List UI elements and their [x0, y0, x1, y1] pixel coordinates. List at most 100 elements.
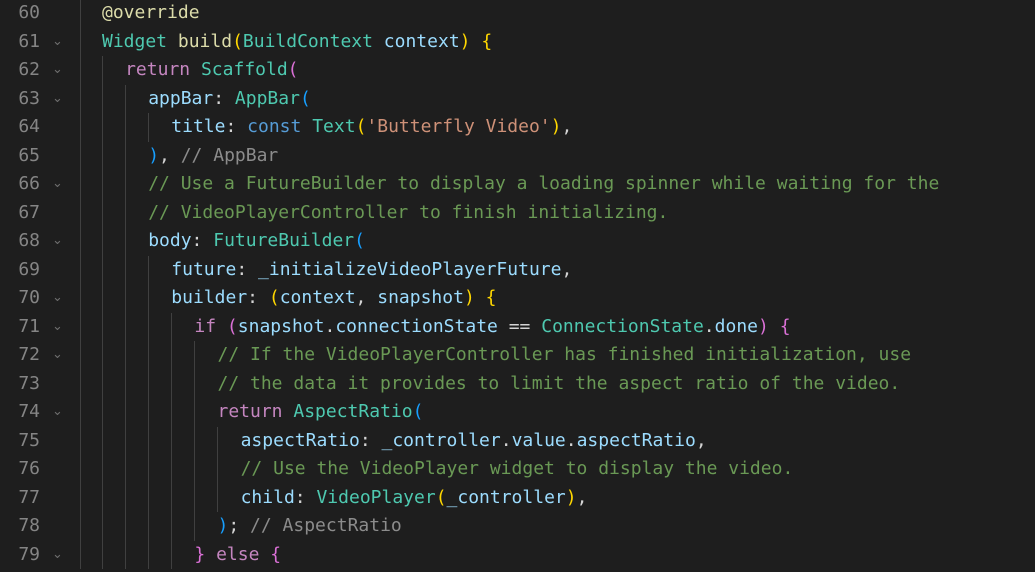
fold-chevron-icon[interactable]: ⌄ [52, 170, 66, 199]
indent-guide [194, 426, 195, 455]
code-line[interactable]: 63 ⌄ appBar: AppBar( [0, 84, 1035, 114]
code-text[interactable]: appBar: AppBar( [148, 85, 311, 114]
fold-chevron-icon[interactable]: ⌄ [52, 85, 66, 114]
code-token: else [216, 543, 260, 565]
code-token: if [194, 315, 217, 337]
code-text[interactable]: child: VideoPlayer(_controller), [241, 484, 588, 513]
indent-guide [217, 426, 218, 455]
indent-guide [125, 312, 126, 341]
line-number: 71 [18, 315, 40, 337]
line-number: 60 [18, 2, 40, 23]
code-token: builder [171, 287, 248, 308]
code-text[interactable]: // VideoPlayerController to finish initi… [148, 199, 668, 228]
code-token: ( [435, 486, 447, 508]
code-text[interactable]: ); // AspectRatio [218, 512, 402, 541]
code-text[interactable]: return Scaffold( [125, 56, 298, 85]
code-token: ) [217, 515, 229, 536]
code-line[interactable]: 76 // Use the VideoPlayer widget to displ… [0, 455, 1035, 484]
fold-chevron-icon[interactable]: ⌄ [52, 28, 66, 57]
code-text[interactable]: title: const Text('Butterfly Video'), [171, 113, 572, 142]
indent-guide [80, 84, 81, 113]
code-line[interactable]: 75 aspectRatio: _controller.value.aspectR… [0, 426, 1035, 456]
code-line[interactable]: 68 ⌄ body: FutureBuilder( [0, 227, 1035, 256]
indent-guide [80, 512, 81, 541]
code-text[interactable]: } else { [194, 541, 281, 570]
fold-chevron-icon[interactable]: ⌄ [52, 56, 66, 85]
indent-guide [148, 455, 149, 484]
indent-guide [148, 398, 149, 427]
indent-guide [102, 512, 103, 541]
code-text[interactable]: body: FutureBuilder( [148, 227, 365, 256]
code-text[interactable]: return AspectRatio( [218, 398, 424, 427]
code-token: ( [354, 230, 365, 251]
code-line[interactable]: 67 // VideoPlayerController to finish ini… [0, 198, 1035, 228]
indent-guide [125, 170, 126, 199]
code-token: , [561, 116, 573, 137]
code-text[interactable]: ), // AppBar [148, 142, 278, 171]
code-text[interactable]: builder: (context, snapshot) { [171, 284, 496, 313]
indent-guide [125, 198, 126, 227]
code-token: ( [232, 30, 243, 52]
code-text[interactable]: Widget build(BuildContext context) { [102, 28, 492, 57]
fold-chevron-icon[interactable]: ⌄ [52, 541, 66, 570]
fold-chevron-icon[interactable]: ⌄ [52, 313, 66, 342]
code-token: ) [459, 30, 471, 52]
indent-guide [102, 312, 103, 341]
code-line[interactable]: 66 ⌄ // Use a FutureBuilder to display a l… [0, 170, 1035, 199]
fold-chevron-icon[interactable]: ⌄ [52, 341, 66, 370]
code-text[interactable]: // the data it provides to limit the asp… [218, 370, 901, 399]
code-line[interactable]: 73 // the data it provides to limit the a… [0, 369, 1035, 399]
code-line[interactable]: 60 @override [0, 0, 1035, 28]
code-token: @override [102, 2, 200, 23]
code-line[interactable]: 69 future: _initializeVideoPlayerFuture, [0, 255, 1035, 285]
indent-guide [194, 483, 195, 512]
code-text[interactable]: if (snapshot.connectionState == Connecti… [194, 313, 790, 342]
code-token: { [270, 543, 282, 565]
code-token: { [481, 30, 493, 52]
code-text[interactable]: // If the VideoPlayerController has fini… [218, 341, 912, 370]
code-token: // AppBar [180, 144, 279, 166]
code-token: ( [268, 287, 280, 308]
code-line[interactable]: 64 title: const Text('Butterfly Video'), [0, 113, 1035, 142]
code-line[interactable]: 79 ⌄} else { [0, 540, 1035, 570]
code-line[interactable]: 65), // AppBar [0, 141, 1035, 171]
fold-chevron-icon[interactable]: ⌄ [52, 227, 66, 256]
code-token: AspectRatio [293, 401, 413, 422]
code-text[interactable]: aspectRatio: _controller.value.aspectRat… [241, 427, 707, 456]
code-line[interactable]: 71 ⌄ if (snapshot.connectionState == Conne… [0, 312, 1035, 342]
code-line[interactable]: 62 ⌄ return Scaffold( [0, 56, 1035, 85]
code-line[interactable]: 77 child: VideoPlayer(_controller), [0, 483, 1035, 513]
fold-chevron-icon[interactable]: ⌄ [52, 284, 66, 313]
indent-guide [125, 341, 126, 370]
code-text[interactable]: @override [102, 0, 200, 28]
code-token: . [703, 315, 715, 337]
code-text[interactable]: future: _initializeVideoPlayerFuture, [171, 256, 572, 285]
line-number: 76 [18, 458, 40, 479]
line-number: 78 [18, 515, 40, 536]
code-token: const [247, 116, 302, 137]
code-token: body [148, 230, 192, 251]
code-line[interactable]: 61 ⌄ Widget build(BuildContext context) { [0, 27, 1035, 57]
code-line[interactable]: 70 ⌄ builder: (context, snapshot) { [0, 284, 1035, 313]
code-text[interactable]: // Use a FutureBuilder to display a load… [148, 170, 939, 199]
code-line[interactable]: 74 ⌄ return AspectRatio( [0, 398, 1035, 427]
code-text[interactable]: // Use the VideoPlayer widget to display… [241, 455, 794, 484]
code-line[interactable]: 78 ); // AspectRatio [0, 512, 1035, 541]
indent-guide [148, 540, 149, 569]
indent-guide [80, 312, 81, 341]
code-token: ; [228, 515, 251, 536]
indent-guide [80, 170, 81, 199]
indent-guide [125, 483, 126, 512]
code-line[interactable]: 72 ⌄ // If the VideoPlayerController has f… [0, 341, 1035, 370]
code-token: // the data it provides to limit the asp… [217, 372, 901, 394]
indent-guide [102, 56, 103, 85]
code-token: . [324, 315, 336, 337]
indent-guide [80, 255, 81, 284]
fold-chevron-icon[interactable]: ⌄ [52, 398, 66, 427]
indent-guide [171, 483, 172, 512]
code-token: , [576, 486, 588, 508]
code-token: value [511, 429, 566, 451]
code-editor[interactable]: 60 @override 61 ⌄ Widget build(BuildContext … [0, 0, 1035, 572]
